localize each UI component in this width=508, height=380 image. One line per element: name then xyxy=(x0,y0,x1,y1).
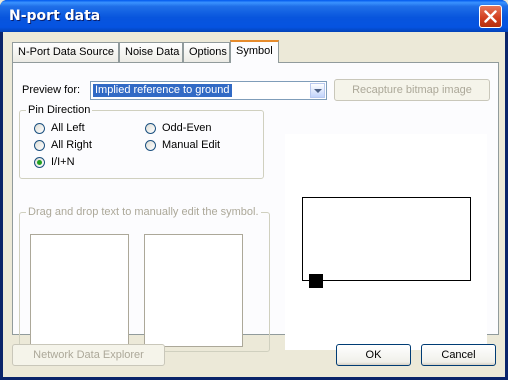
tab-label: Symbol xyxy=(236,45,273,57)
tab-nport-data-source[interactable]: N-Port Data Source xyxy=(12,42,119,62)
pin-direction-caption: Pin Direction xyxy=(26,104,93,116)
manual-edit-caption: Drag and drop text to manually edit the … xyxy=(26,206,261,218)
radio-label-all-left: All Left xyxy=(51,122,85,134)
pin-marker xyxy=(309,274,323,288)
recapture-bitmap-button[interactable]: Recapture bitmap image xyxy=(334,79,490,101)
preview-for-label: Preview for: xyxy=(22,84,81,96)
symbol-tab-panel: Preview for: Implied reference to ground… xyxy=(12,62,499,352)
tab-options[interactable]: Options xyxy=(183,42,230,62)
manual-edit-group: Drag and drop text to manually edit the … xyxy=(19,206,270,352)
radio-odd-even[interactable] xyxy=(145,123,156,134)
tab-noise-data[interactable]: Noise Data xyxy=(119,42,183,62)
pin-direction-group: Pin Direction All Left Odd-Even All Righ… xyxy=(19,104,264,179)
tab-label: N-Port Data Source xyxy=(18,46,114,58)
window-title: N-port data xyxy=(9,8,101,24)
radio-i-i-n[interactable] xyxy=(34,157,45,168)
radio-all-right[interactable] xyxy=(34,140,45,151)
ok-button[interactable]: OK xyxy=(336,344,411,366)
close-icon xyxy=(484,10,497,23)
right-pins-listbox[interactable] xyxy=(144,234,243,347)
dialog-client: N-Port Data Source Noise Data Options Sy… xyxy=(3,32,505,377)
dropdown-button[interactable] xyxy=(310,83,325,98)
symbol-body xyxy=(302,197,471,281)
tab-label: Noise Data xyxy=(125,46,180,58)
symbol-preview xyxy=(285,134,487,350)
radio-label-manual-edit: Manual Edit xyxy=(162,139,221,151)
network-data-explorer-button[interactable]: Network Data Explorer xyxy=(12,344,165,366)
tab-symbol[interactable]: Symbol xyxy=(230,40,279,63)
preview-for-select[interactable]: Implied reference to ground xyxy=(90,81,327,100)
radio-label-odd-even: Odd-Even xyxy=(162,122,212,134)
cancel-button[interactable]: Cancel xyxy=(421,344,496,366)
radio-label-all-right: All Right xyxy=(51,139,92,151)
title-bar[interactable]: N-port data xyxy=(0,0,508,32)
close-button[interactable] xyxy=(479,5,502,28)
chevron-down-icon xyxy=(314,89,322,93)
radio-label-i-i-n: I/I+N xyxy=(51,156,75,168)
preview-for-value: Implied reference to ground xyxy=(92,83,233,98)
dialog-window: N-port data N-Port Data Source Noise Dat… xyxy=(0,0,508,380)
radio-manual-edit[interactable] xyxy=(145,140,156,151)
left-pins-listbox[interactable] xyxy=(30,234,129,347)
tab-label: Options xyxy=(189,46,227,58)
radio-all-left[interactable] xyxy=(34,123,45,134)
